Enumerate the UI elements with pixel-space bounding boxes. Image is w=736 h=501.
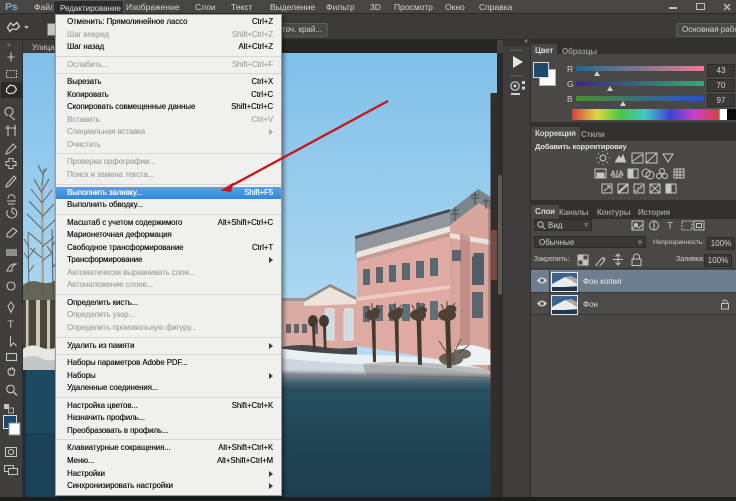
- svg-text:T: T: [667, 221, 673, 232]
- svg-text:»: »: [7, 42, 11, 49]
- svg-text:T: T: [8, 319, 15, 331]
